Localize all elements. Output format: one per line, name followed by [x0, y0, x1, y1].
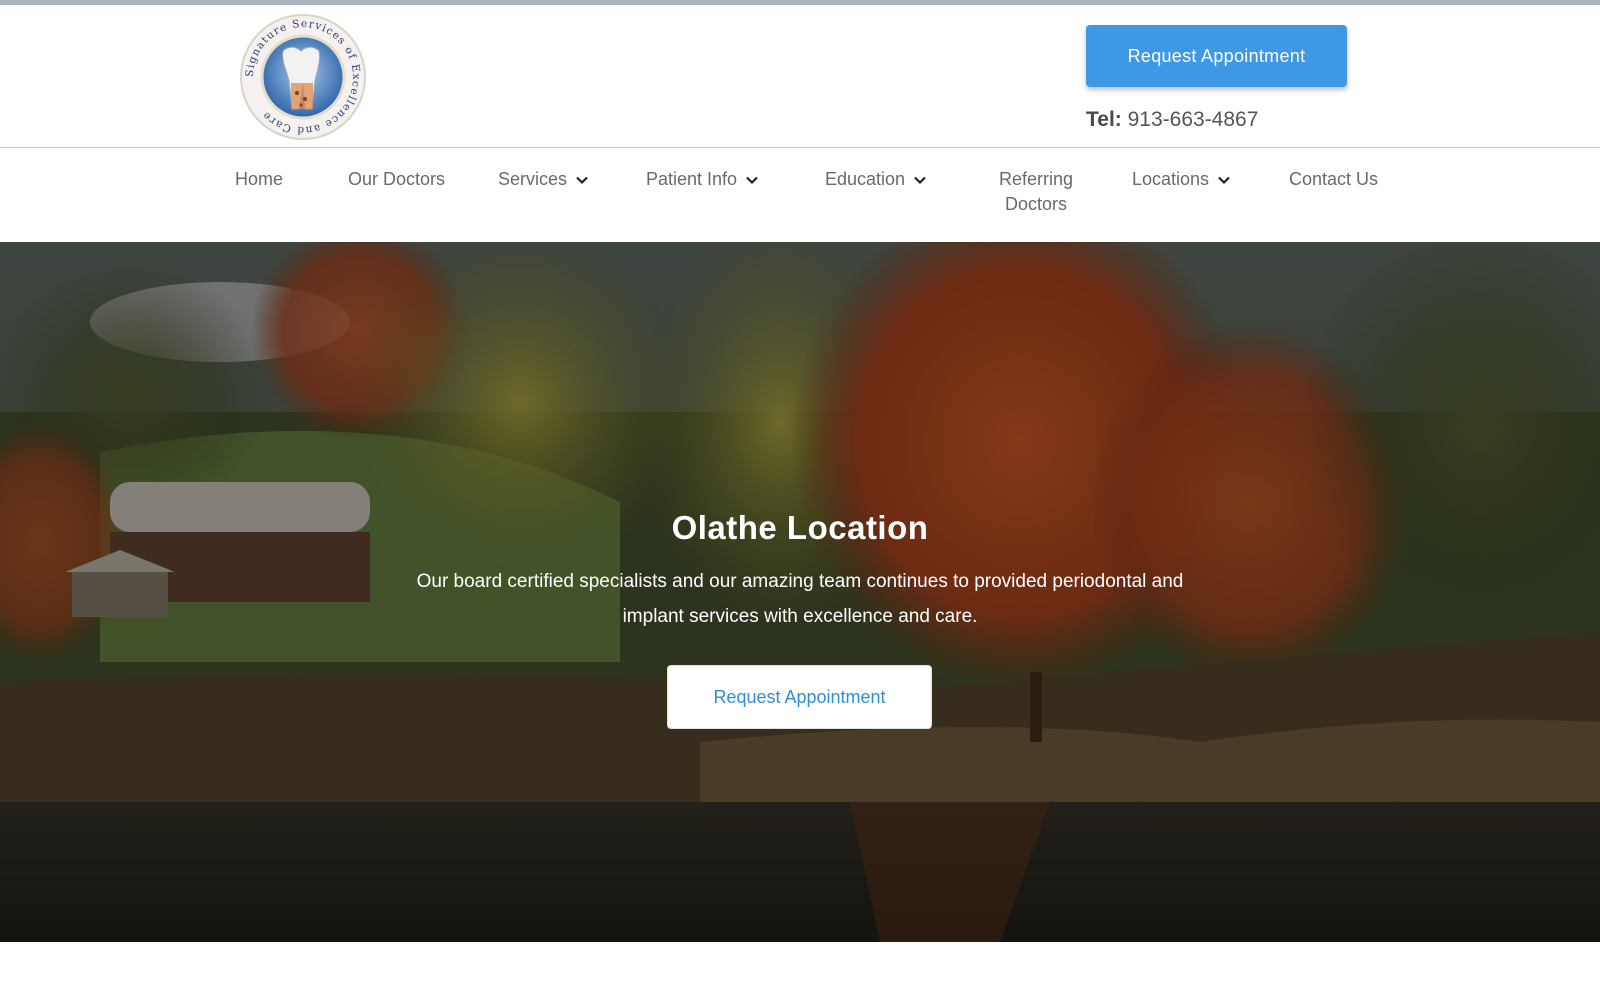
chevron-down-icon [1217, 173, 1231, 187]
nav-item-education[interactable]: Education [825, 167, 927, 192]
nav-label: Home [235, 169, 284, 189]
nav-item-services[interactable]: Services [498, 167, 589, 192]
chevron-down-icon [575, 173, 589, 187]
main-navigation: Home Our Doctors Services Patient Info E… [0, 149, 1600, 242]
hero-banner: Olathe Location Our board certified spec… [0, 242, 1600, 942]
nav-item-home[interactable]: Home [235, 167, 283, 192]
phone-number[interactable]: Tel: 913-663-4867 [1086, 108, 1258, 132]
nav-label: Patient Info [646, 169, 738, 189]
chevron-down-icon [913, 173, 927, 187]
nav-label: Education [825, 169, 906, 189]
nav-item-contact-us[interactable]: Contact Us [1289, 167, 1378, 192]
chevron-down-icon [745, 173, 759, 187]
nav-item-locations[interactable]: Locations [1132, 167, 1231, 192]
nav-item-referring-doctors[interactable]: Referring Doctors [990, 167, 1082, 217]
site-header: Signature Services of Excellence and Car… [0, 5, 1600, 148]
request-appointment-button[interactable]: Request Appointment [1086, 25, 1347, 87]
tel-label: Tel: [1086, 108, 1122, 131]
nav-item-our-doctors[interactable]: Our Doctors [348, 167, 445, 192]
nav-label: Our Doctors [348, 169, 446, 189]
practice-logo[interactable]: Signature Services of Excellence and Car… [239, 13, 367, 141]
hero-description: Our board certified specialists and our … [416, 571, 1184, 627]
tel-number[interactable]: 913-663-4867 [1128, 108, 1259, 131]
tooth-emblem-logo-icon: Signature Services of Excellence and Car… [240, 14, 366, 140]
nav-item-patient-info[interactable]: Patient Info [646, 167, 759, 192]
nav-label: Locations [1132, 169, 1210, 189]
nav-label: Referring Doctors [998, 169, 1074, 214]
hero-request-appointment-button[interactable]: Request Appointment [667, 665, 932, 729]
nav-label: Services [498, 169, 568, 189]
hero-title: Olathe Location [671, 509, 929, 546]
nav-label: Contact Us [1289, 169, 1379, 189]
